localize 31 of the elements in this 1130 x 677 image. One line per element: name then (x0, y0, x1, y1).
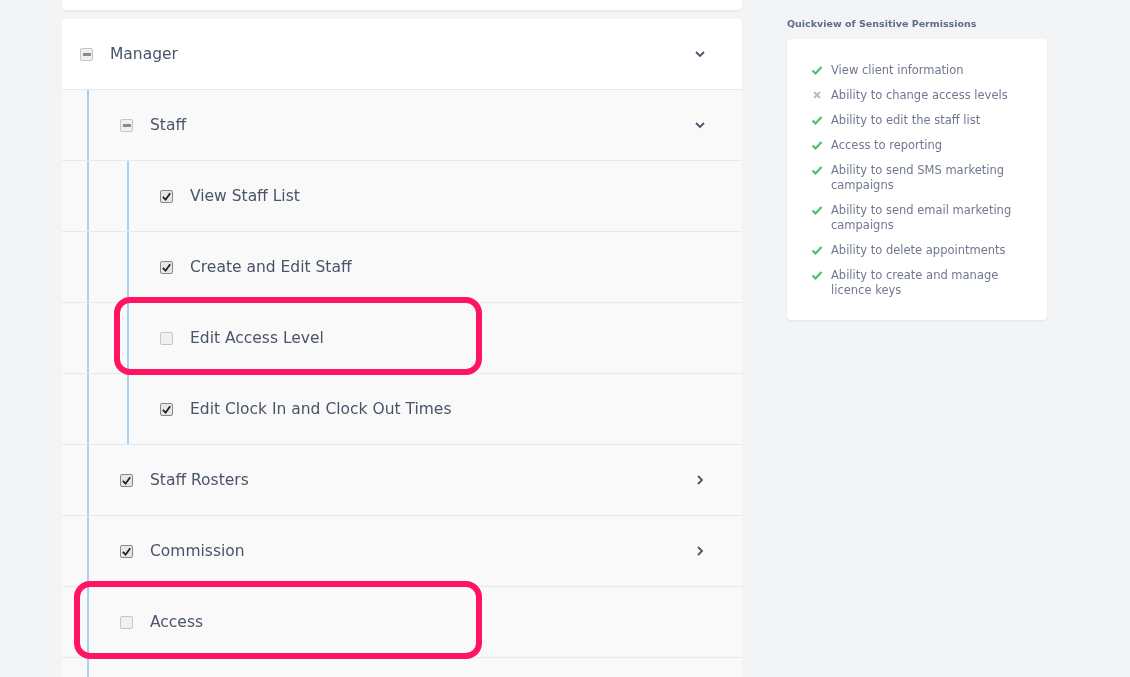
permission-label: Edit Access Level (190, 329, 324, 347)
checkbox[interactable] (160, 331, 173, 345)
permission-text: Ability to create and manage licence keys (831, 268, 1000, 298)
permission-text: Ability to change access levels (831, 88, 1008, 103)
chevron-right-icon[interactable] (694, 545, 706, 557)
permission-label: Edit Clock In and Clock Out Times (190, 400, 452, 418)
checkbox[interactable] (120, 615, 133, 629)
chevron-down-icon[interactable] (694, 119, 706, 131)
checkbox[interactable] (160, 260, 173, 274)
section-title: Quickview of Sensitive Permissions (787, 18, 978, 29)
checkbox[interactable] (120, 544, 133, 558)
chevron-down-icon[interactable] (694, 48, 706, 60)
permission-text: Ability to send email marketing campaigns (831, 203, 1013, 233)
checkbox[interactable] (120, 118, 133, 132)
checkbox[interactable] (160, 189, 173, 203)
permission-text: View client information (831, 63, 964, 78)
permission-label: Access (150, 613, 204, 631)
permission-label: Manager (110, 45, 178, 63)
chevron-right-icon[interactable] (694, 474, 706, 486)
permission-label: Commission (150, 542, 245, 560)
permission-text: Ability to delete appointments (831, 243, 1006, 258)
permission-label: Staff (150, 116, 187, 134)
permission-label: Create and Edit Staff (190, 258, 352, 276)
permission-label: View Staff List (190, 187, 300, 205)
permission-text: Access to reporting (831, 138, 943, 153)
checkbox[interactable] (160, 402, 173, 416)
permission-text: Ability to edit the staff list (831, 113, 981, 128)
permission-label: Staff Rosters (150, 471, 249, 489)
checkbox[interactable] (120, 473, 133, 487)
checkbox[interactable] (80, 47, 93, 61)
permission-text: Ability to send SMS marketing campaigns (831, 163, 1005, 193)
